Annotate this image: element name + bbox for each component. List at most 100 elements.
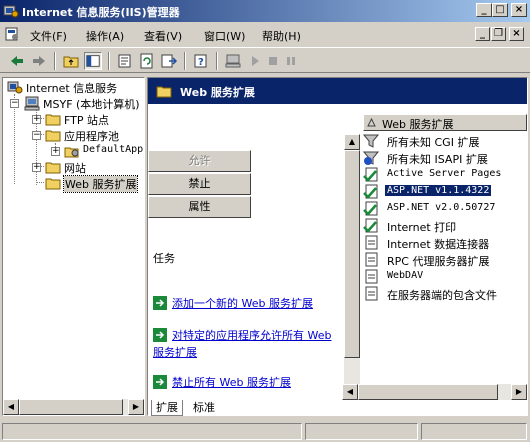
menu-window[interactable]: 窗口(W) [204, 28, 245, 44]
scroll-thumb[interactable] [358, 384, 498, 400]
scroll-right-button[interactable]: ▶ [511, 384, 527, 400]
refresh-icon[interactable] [138, 52, 156, 70]
task-link[interactable]: 禁止所有 Web 服务扩展 [153, 374, 341, 391]
details-header: Web 服务扩展 [148, 78, 527, 104]
close-button[interactable]: × [511, 3, 527, 17]
tree-label: FTP 站点 [64, 114, 109, 127]
list-item-label: WebDAV [387, 270, 424, 281]
menu-file[interactable]: 文件(F) [30, 28, 67, 44]
status-panel [421, 423, 527, 440]
list-item[interactable]: Internet 打印 [363, 217, 527, 234]
computer-icon[interactable] [224, 52, 242, 70]
properties-icon[interactable] [116, 52, 134, 70]
scroll-thumb[interactable] [19, 399, 123, 415]
prohibit-button[interactable]: 禁止 [148, 173, 251, 195]
tree-pane[interactable]: Internet 信息服务 − MSYF (本地计算机) + FTP 站点 − … [2, 77, 145, 416]
column-header[interactable]: Web 服务扩展 [363, 114, 527, 131]
folder-icon [45, 178, 61, 190]
list-item-label: 所有未知 CGI 扩展 [387, 136, 480, 149]
title-bar: Internet 信息服务(IIS)管理器 _ □ × [0, 0, 530, 22]
properties-button[interactable]: 属性 [148, 196, 251, 218]
collapse-expander[interactable]: − [32, 131, 41, 140]
allow-button[interactable]: 允许 [148, 150, 251, 172]
list-item[interactable]: 所有未知 CGI 扩展 [363, 132, 527, 149]
status-panel [2, 423, 302, 440]
extension-list[interactable]: Web 服务扩展 ▲ ▼ 所有未知 CGI 扩展 所有未知 ISAPI 扩展 [344, 104, 527, 400]
green-arrow-icon [153, 328, 167, 342]
minimize-button[interactable]: _ [476, 3, 492, 17]
back-arrow-icon[interactable] [8, 52, 26, 70]
window-title: Internet 信息服务(IIS)管理器 [22, 6, 180, 19]
list-item[interactable]: 所有未知 ISAPI 扩展 [363, 149, 527, 166]
show-tree-icon[interactable] [84, 52, 102, 70]
list-item-label: ASP.NET v2.0.50727 [387, 202, 496, 213]
list-item-label: Active Server Pages [387, 168, 502, 179]
task-add-extension[interactable]: 添加一个新的 Web 服务扩展 [153, 295, 341, 312]
tree-label: 网站 [64, 162, 86, 175]
maximize-button[interactable]: □ [492, 3, 508, 17]
toolbar: ? [0, 47, 530, 73]
list-item[interactable]: WebDAV [363, 268, 527, 285]
tab-extended[interactable]: 扩展 [151, 400, 183, 416]
forward-arrow-icon[interactable] [30, 52, 48, 70]
list-item-label: Internet 数据连接器 [387, 238, 490, 251]
mmc-doc-icon[interactable] [4, 26, 20, 42]
stop-icon[interactable] [264, 52, 282, 70]
scroll-up-button[interactable]: ▲ [344, 134, 360, 150]
task-prohibit-all[interactable]: 禁止所有 Web 服务扩展 [153, 374, 341, 391]
expand-expander[interactable]: + [51, 147, 60, 156]
folder-icon [45, 130, 61, 142]
task-link[interactable]: 添加一个新的 Web 服务扩展 [153, 295, 341, 312]
status-bar [0, 421, 530, 442]
list-item-selected[interactable]: ASP.NET v1.1.4322 [363, 183, 527, 200]
up-folder-icon[interactable] [62, 52, 80, 70]
menu-view[interactable]: 查看(V) [144, 28, 182, 44]
folder-icon [156, 86, 172, 98]
tab-standard[interactable]: 标准 [189, 400, 219, 416]
list-item-label: Internet 打印 [387, 221, 457, 234]
pause-icon[interactable] [282, 52, 300, 70]
green-arrow-icon [153, 296, 167, 310]
list-item[interactable]: Active Server Pages [363, 166, 527, 183]
svg-text:?: ? [198, 57, 204, 68]
tree-label: MSYF (本地计算机) [43, 98, 140, 111]
help-icon[interactable]: ? [192, 52, 210, 70]
prohibited-extension-icon [365, 269, 378, 284]
task-link[interactable]: 对特定的应用程序允许所有 Web 服务扩展 [153, 327, 341, 361]
mdi-minimize-button[interactable]: _ [475, 27, 490, 41]
allowed-extension-icon [363, 201, 378, 216]
tree-connector [36, 182, 44, 183]
task-panel: 允许 禁止 属性 任务 添加一个新的 Web 服务扩展 对特定的应用程序允许所有… [148, 104, 345, 400]
list-item[interactable]: ASP.NET v2.0.50727 [363, 200, 527, 217]
export-list-icon[interactable] [160, 52, 178, 70]
green-arrow-icon [153, 375, 167, 389]
tree-horizontal-scrollbar[interactable]: ◀ ▶ [3, 399, 144, 415]
list-item[interactable]: RPC 代理服务器扩展 [363, 251, 527, 268]
scroll-left-button[interactable]: ◀ [3, 399, 19, 415]
column-header-label: Web 服务扩展 [382, 118, 454, 131]
expand-expander[interactable]: + [32, 163, 41, 172]
mdi-restore-button[interactable]: ❐ [491, 27, 506, 41]
list-item[interactable]: Internet 数据连接器 [363, 234, 527, 251]
list-item-label: 在服务器端的包含文件 [387, 289, 497, 302]
expand-expander[interactable]: + [32, 115, 41, 124]
collapse-expander[interactable]: − [10, 99, 19, 108]
scroll-thumb[interactable] [344, 150, 360, 358]
menu-action[interactable]: 操作(A) [86, 28, 124, 44]
list-horizontal-scrollbar[interactable]: ◀ ▶ [342, 384, 527, 400]
list-item[interactable]: 在服务器端的包含文件 [363, 285, 527, 302]
sort-ascending-icon [367, 118, 376, 127]
task-allow-for-app[interactable]: 对特定的应用程序允许所有 Web 服务扩展 [153, 327, 341, 361]
list-vertical-scrollbar[interactable]: ▲ ▼ [344, 134, 360, 400]
folder-icon [45, 162, 61, 174]
scroll-right-button[interactable]: ▶ [128, 399, 144, 415]
tree-label: Internet 信息服务 [26, 82, 118, 95]
prohibited-extension-icon [365, 235, 378, 250]
blocked-extension-icon [363, 151, 379, 165]
mdi-close-button[interactable]: × [509, 27, 524, 41]
menu-help[interactable]: 帮助(H) [262, 28, 301, 44]
play-icon[interactable] [246, 52, 264, 70]
iis-app-icon [3, 5, 19, 18]
allowed-extension-icon [363, 184, 378, 199]
scroll-left-button[interactable]: ◀ [342, 384, 358, 400]
